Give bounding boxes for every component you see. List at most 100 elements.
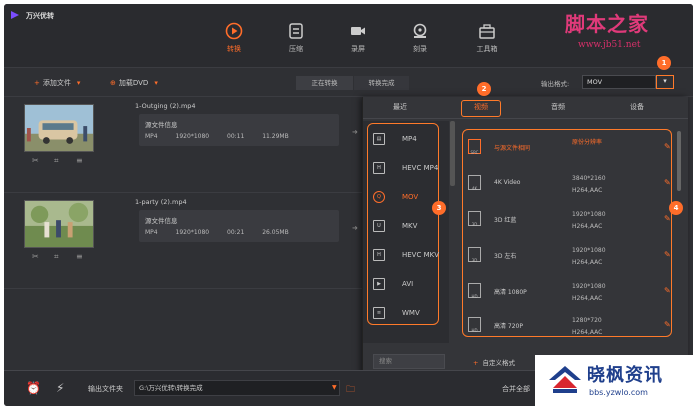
output-folder-label: 输出文件夹 bbox=[88, 385, 123, 393]
toolbox-icon bbox=[479, 24, 495, 39]
tab-device[interactable]: 设备 bbox=[630, 102, 644, 112]
quality-res-line1: 1280*720 bbox=[572, 317, 602, 324]
cut-icon[interactable]: ✂ bbox=[32, 252, 39, 261]
video-thumbnail[interactable] bbox=[24, 104, 94, 152]
output-format-dropdown-button[interactable]: ▾ bbox=[656, 75, 674, 89]
source-icon: SRC bbox=[468, 139, 481, 155]
tab-video[interactable]: 视频 bbox=[474, 102, 488, 112]
chevron-down-icon: ▾ bbox=[663, 77, 667, 85]
watermark-top: 脚本之家 www.jb51.net bbox=[560, 2, 685, 54]
hevc-mkv-icon: H bbox=[373, 249, 385, 261]
record-icon bbox=[351, 27, 365, 35]
crop-icon[interactable]: ⌗ bbox=[54, 252, 59, 262]
quality-item[interactable]: 4K 4K Video 3840*2160 H264,AAC ✎ bbox=[466, 169, 671, 205]
app-title: 万兴优转 bbox=[26, 12, 54, 20]
format-label: AVI bbox=[402, 280, 414, 288]
quality-resolution: 原份分辨率 bbox=[572, 137, 602, 149]
cut-icon[interactable]: ✂ bbox=[32, 156, 39, 165]
file-name: 1-Outging (2).mp4 bbox=[135, 102, 196, 110]
custom-format-button[interactable]: + 自定义格式 bbox=[473, 357, 515, 367]
watermark-text: 脚本之家 bbox=[565, 12, 649, 36]
format-item-mkv[interactable]: U MKV bbox=[369, 212, 447, 243]
quality-res-line2: H264,AAC bbox=[572, 295, 603, 302]
chevron-down-icon: ▾ bbox=[76, 79, 81, 87]
quality-name: 3D 红蓝 bbox=[494, 217, 517, 224]
load-dvd-button[interactable]: ⊕ 加载DVD ▾ bbox=[110, 78, 158, 88]
nav-tab-convert[interactable]: 转换 bbox=[209, 22, 259, 62]
quality-list-scrollbar[interactable] bbox=[677, 131, 681, 191]
app-logo-icon bbox=[11, 11, 19, 19]
quality-res-line2: H264,AAC bbox=[572, 259, 603, 266]
format-search-input[interactable]: 搜索 bbox=[373, 354, 445, 369]
nav-tab-label: 录屏 bbox=[351, 45, 365, 53]
edit-icon[interactable]: ✎ bbox=[664, 214, 671, 223]
add-file-button[interactable]: + 添加文件 ▾ bbox=[34, 78, 80, 88]
watermark-url: bbs.yzwlo.com bbox=[589, 388, 648, 397]
thumbnail-tools: ✂ ⌗ ≡ bbox=[24, 156, 94, 168]
callout-badge-4: 4 bbox=[669, 201, 683, 215]
nav-tab-burn[interactable]: 刻录 bbox=[395, 22, 445, 62]
tab-audio[interactable]: 音频 bbox=[551, 102, 565, 112]
tab-converted[interactable]: 转换完成 bbox=[354, 76, 409, 90]
settings-sliders-icon[interactable]: ≡ bbox=[76, 156, 83, 165]
format-tabs: 最近 视频 音频 设备 bbox=[363, 97, 688, 119]
nav-tab-toolbox[interactable]: 工具箱 bbox=[462, 22, 512, 62]
watermark-bottom: 晓枫资讯 bbs.yzwlo.com bbox=[535, 355, 693, 406]
file-resolution: 1920*1080 bbox=[175, 229, 210, 236]
crop-icon[interactable]: ⌗ bbox=[54, 156, 59, 166]
source-info-label: 源文件信息 bbox=[145, 121, 178, 129]
nav-tab-record[interactable]: 录屏 bbox=[333, 22, 383, 62]
format-item-mp4[interactable]: ▤ MP4 bbox=[369, 125, 447, 156]
tab-converting[interactable]: 正在转换 bbox=[296, 76, 353, 90]
nav-tab-compress[interactable]: 压缩 bbox=[271, 22, 321, 62]
folder-icon[interactable]: 🗀 bbox=[346, 382, 355, 398]
edit-icon[interactable]: ✎ bbox=[664, 178, 671, 187]
quality-item[interactable]: 3D 3D 左右 1920*1080 H264,AAC ✎ bbox=[466, 241, 671, 277]
hevc-icon: H bbox=[373, 162, 385, 174]
lightning-icon[interactable]: ⚡ bbox=[56, 381, 64, 395]
edit-icon[interactable]: ✎ bbox=[664, 286, 671, 295]
output-format-select[interactable]: MOV bbox=[582, 75, 656, 89]
format-list-scrollbar[interactable] bbox=[450, 121, 455, 186]
custom-format-label: 自定义格式 bbox=[482, 359, 515, 367]
edit-icon[interactable]: ✎ bbox=[664, 250, 671, 259]
3d-icon: 3D bbox=[468, 211, 481, 227]
video-thumbnail[interactable] bbox=[24, 200, 94, 248]
quality-res-line1: 1920*1080 bbox=[572, 211, 606, 218]
chevron-down-icon: ▾ bbox=[154, 79, 158, 87]
quality-res-line2: H264,AAC bbox=[572, 187, 603, 194]
load-dvd-label: 加载DVD bbox=[118, 79, 149, 87]
file-format: MP4 bbox=[145, 133, 158, 140]
mkv-icon: U bbox=[373, 220, 385, 232]
watermark-text: 晓枫资讯 bbox=[587, 365, 663, 386]
quality-name: 与源文件相同 bbox=[494, 145, 531, 152]
format-item-hevc-mkv[interactable]: H HEVC MKV bbox=[369, 241, 447, 272]
quality-item[interactable]: 3D 3D 红蓝 1920*1080 H264,AAC ✎ bbox=[466, 205, 671, 241]
quality-item[interactable]: SRC 与源文件相同 原份分辨率 ✎ bbox=[466, 133, 671, 169]
nav-tab-label: 压缩 bbox=[289, 45, 303, 53]
quality-item[interactable]: HD 高清 720P 1280*720 H264,AAC ✎ bbox=[466, 311, 671, 347]
format-item-avi[interactable]: ▶ AVI bbox=[369, 270, 447, 301]
file-size: 26.05MB bbox=[262, 229, 289, 236]
quality-name: 3D 左右 bbox=[494, 253, 517, 260]
tab-recent[interactable]: 最近 bbox=[393, 102, 407, 112]
thumbnail-tools: ✂ ⌗ ≡ bbox=[24, 252, 94, 264]
settings-sliders-icon[interactable]: ≡ bbox=[76, 252, 83, 261]
film-icon: ▤ bbox=[373, 133, 385, 145]
quality-item[interactable]: HD 高清 1080P 1920*1080 H264,AAC ✎ bbox=[466, 277, 671, 313]
plus-icon: + bbox=[34, 79, 40, 87]
alarm-clock-icon[interactable]: ⏰ bbox=[26, 381, 41, 395]
edit-icon[interactable]: ✎ bbox=[664, 142, 671, 151]
edit-icon[interactable]: ✎ bbox=[664, 320, 671, 329]
output-folder-input[interactable]: G:\万兴优转\转换完成 bbox=[134, 380, 340, 396]
watermark-url: www.jb51.net bbox=[578, 40, 641, 50]
merge-all-label: 合并全部 bbox=[502, 385, 530, 393]
format-item-wmv[interactable]: ≡ WMV bbox=[369, 299, 447, 330]
format-label: HEVC MP4 bbox=[402, 164, 439, 172]
chevron-down-icon[interactable]: ▼ bbox=[332, 384, 337, 391]
format-item-hevc-mp4[interactable]: H HEVC MP4 bbox=[369, 154, 447, 185]
arrow-right-icon: ➜ bbox=[352, 128, 358, 136]
nav-tab-label: 刻录 bbox=[413, 45, 427, 53]
source-info-box: 源文件信息 MP4 1920*1080 00:21 26.05MB bbox=[139, 210, 339, 242]
quality-list: SRC 与源文件相同 原份分辨率 ✎ 4K 4K Video 3840*2160 H264,… bbox=[458, 121, 680, 343]
